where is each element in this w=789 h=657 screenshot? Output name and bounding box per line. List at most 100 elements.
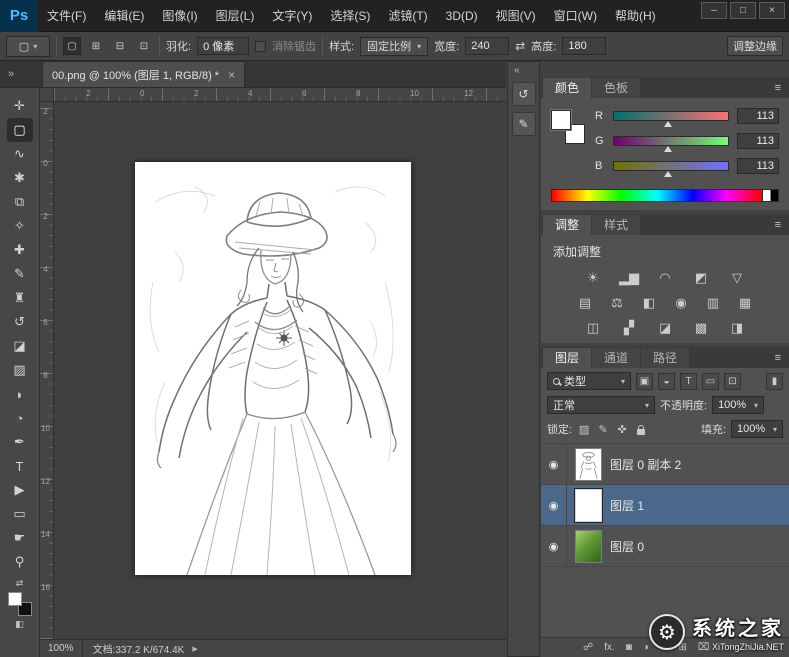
- eraser-tool[interactable]: ◪: [7, 334, 33, 358]
- layer-name[interactable]: 图层 1: [610, 497, 644, 514]
- hand-tool[interactable]: ☛: [7, 526, 33, 550]
- filter-toggle-switch[interactable]: ▮: [766, 372, 783, 390]
- curves-icon[interactable]: ◠: [653, 268, 677, 287]
- tab-swatches[interactable]: 色板: [592, 78, 641, 98]
- menu-help[interactable]: 帮助(H): [606, 0, 665, 32]
- close-button[interactable]: ×: [759, 2, 785, 19]
- maximize-button[interactable]: □: [730, 2, 756, 19]
- selective-color-icon[interactable]: ◨: [725, 318, 749, 337]
- color-balance-icon[interactable]: ⚖: [605, 293, 629, 312]
- black-white-icon[interactable]: ◧: [637, 293, 661, 312]
- tab-layers[interactable]: 图层: [543, 348, 592, 368]
- channel-mixer-icon[interactable]: ▥: [701, 293, 725, 312]
- minimize-button[interactable]: –: [701, 2, 727, 19]
- layer-name[interactable]: 图层 0 副本 2: [610, 456, 681, 473]
- new-adjustment-layer-icon[interactable]: ◑: [643, 642, 649, 653]
- layer-filter-dropdown[interactable]: 类型: [547, 372, 631, 390]
- foreground-background-swatches[interactable]: [7, 592, 32, 616]
- menu-file[interactable]: 文件(F): [38, 0, 95, 32]
- canvas-image[interactable]: [135, 162, 411, 575]
- spectrum-black-white[interactable]: [762, 190, 778, 201]
- blend-mode-dropdown[interactable]: 正常: [547, 396, 655, 414]
- gradient-map-icon[interactable]: ▩: [689, 318, 713, 337]
- green-slider-thumb[interactable]: [664, 146, 673, 152]
- green-value-input[interactable]: 113: [737, 133, 779, 149]
- filter-type-layers-button[interactable]: T: [680, 372, 697, 390]
- panel-menu-icon[interactable]: ≡: [775, 78, 789, 98]
- path-selection-tool[interactable]: ▶: [7, 478, 33, 502]
- tab-styles[interactable]: 样式: [592, 215, 641, 235]
- antialias-checkbox[interactable]: [255, 40, 267, 52]
- layer-thumbnail[interactable]: [575, 529, 602, 563]
- vibrance-icon[interactable]: ▽: [725, 268, 749, 287]
- blue-value-input[interactable]: 113: [737, 158, 779, 174]
- foreground-swatch[interactable]: [551, 110, 571, 130]
- layer-thumbnail[interactable]: [575, 447, 602, 481]
- spectrum-gradient[interactable]: [552, 190, 762, 201]
- link-layers-icon[interactable]: ☍: [583, 642, 593, 653]
- color-spectrum-bar[interactable]: [551, 189, 779, 202]
- shape-tool[interactable]: ▭: [7, 502, 33, 526]
- fill-dropdown[interactable]: 100%: [731, 420, 783, 438]
- lock-transparency-icon[interactable]: ▨: [577, 423, 591, 436]
- clone-stamp-tool[interactable]: ♜: [7, 286, 33, 310]
- add-layer-mask-icon[interactable]: ◙: [626, 642, 632, 653]
- red-value-input[interactable]: 113: [737, 108, 779, 124]
- blue-slider-thumb[interactable]: [664, 171, 673, 177]
- filter-shape-layers-button[interactable]: ▭: [702, 372, 719, 390]
- filter-smart-objects-button[interactable]: ⊡: [724, 372, 741, 390]
- red-slider[interactable]: [613, 111, 729, 127]
- history-panel-button[interactable]: ↺: [511, 82, 536, 106]
- brightness-contrast-icon[interactable]: ☀: [581, 268, 605, 287]
- blur-tool[interactable]: ◗: [7, 382, 33, 406]
- layer-row-1-selected[interactable]: ◉ 图层 1: [541, 485, 789, 526]
- green-slider[interactable]: [613, 136, 729, 152]
- status-expand-icon[interactable]: ▶: [192, 645, 197, 653]
- levels-icon[interactable]: ▂▆: [617, 268, 641, 287]
- layer-row-copy2[interactable]: ◉ 图层 0 副本 2: [541, 444, 789, 485]
- layer-thumbnail[interactable]: [575, 488, 602, 522]
- move-tool[interactable]: ✛: [7, 94, 33, 118]
- tool-preset-dropdown[interactable]: ▢ ▾: [6, 35, 50, 57]
- lasso-tool[interactable]: ∿: [7, 142, 33, 166]
- brush-tool[interactable]: ✎: [7, 262, 33, 286]
- menu-edit[interactable]: 编辑(E): [95, 0, 153, 32]
- menu-window[interactable]: 窗口(W): [545, 0, 606, 32]
- menu-layer[interactable]: 图层(L): [207, 0, 264, 32]
- add-selection-button[interactable]: ⊞: [87, 37, 105, 55]
- pen-tool[interactable]: ✒: [7, 430, 33, 454]
- photo-filter-icon[interactable]: ◉: [669, 293, 693, 312]
- menu-image[interactable]: 图像(I): [153, 0, 206, 32]
- tab-adjustments[interactable]: 调整: [543, 215, 592, 235]
- layer-name[interactable]: 图层 0: [610, 538, 644, 555]
- tab-color[interactable]: 颜色: [543, 78, 592, 98]
- swap-width-height-icon[interactable]: ⇄: [515, 39, 525, 53]
- height-input[interactable]: 180: [562, 37, 607, 55]
- visibility-eye-icon[interactable]: ◉: [541, 526, 567, 566]
- lock-pixels-icon[interactable]: ✎: [596, 423, 610, 436]
- tab-paths[interactable]: 路径: [641, 348, 690, 368]
- menu-view[interactable]: 视图(V): [487, 0, 545, 32]
- refine-edge-button[interactable]: 调整边缘: [727, 36, 783, 56]
- zoom-level-input[interactable]: 100%: [40, 640, 83, 657]
- zoom-tool[interactable]: ⚲: [7, 550, 33, 574]
- hue-saturation-icon[interactable]: ▤: [573, 293, 597, 312]
- quick-selection-tool[interactable]: ✱: [7, 166, 33, 190]
- invert-icon[interactable]: ◫: [581, 318, 605, 337]
- menu-3d[interactable]: 3D(D): [437, 0, 487, 32]
- toolbar-collapse-button[interactable]: »: [0, 60, 42, 87]
- style-dropdown[interactable]: 固定比例: [360, 36, 429, 56]
- brushes-panel-button[interactable]: ✎: [511, 112, 536, 136]
- red-slider-thumb[interactable]: [664, 121, 673, 127]
- document-tab[interactable]: 00.png @ 100% (图层 1, RGB/8) * ×: [42, 61, 246, 87]
- visibility-eye-icon[interactable]: ◉: [541, 485, 567, 525]
- width-input[interactable]: 240: [465, 37, 510, 55]
- panel-menu-icon[interactable]: ≡: [775, 215, 789, 235]
- menu-filter[interactable]: 滤镜(T): [379, 0, 436, 32]
- visibility-eye-icon[interactable]: ◉: [541, 444, 567, 484]
- quick-mask-icon[interactable]: ◧: [15, 619, 24, 630]
- lock-position-icon[interactable]: ✜: [615, 423, 629, 436]
- filter-adjustment-layers-button[interactable]: ◒: [658, 372, 675, 390]
- color-lookup-icon[interactable]: ▦: [733, 293, 757, 312]
- history-brush-tool[interactable]: ↺: [7, 310, 33, 334]
